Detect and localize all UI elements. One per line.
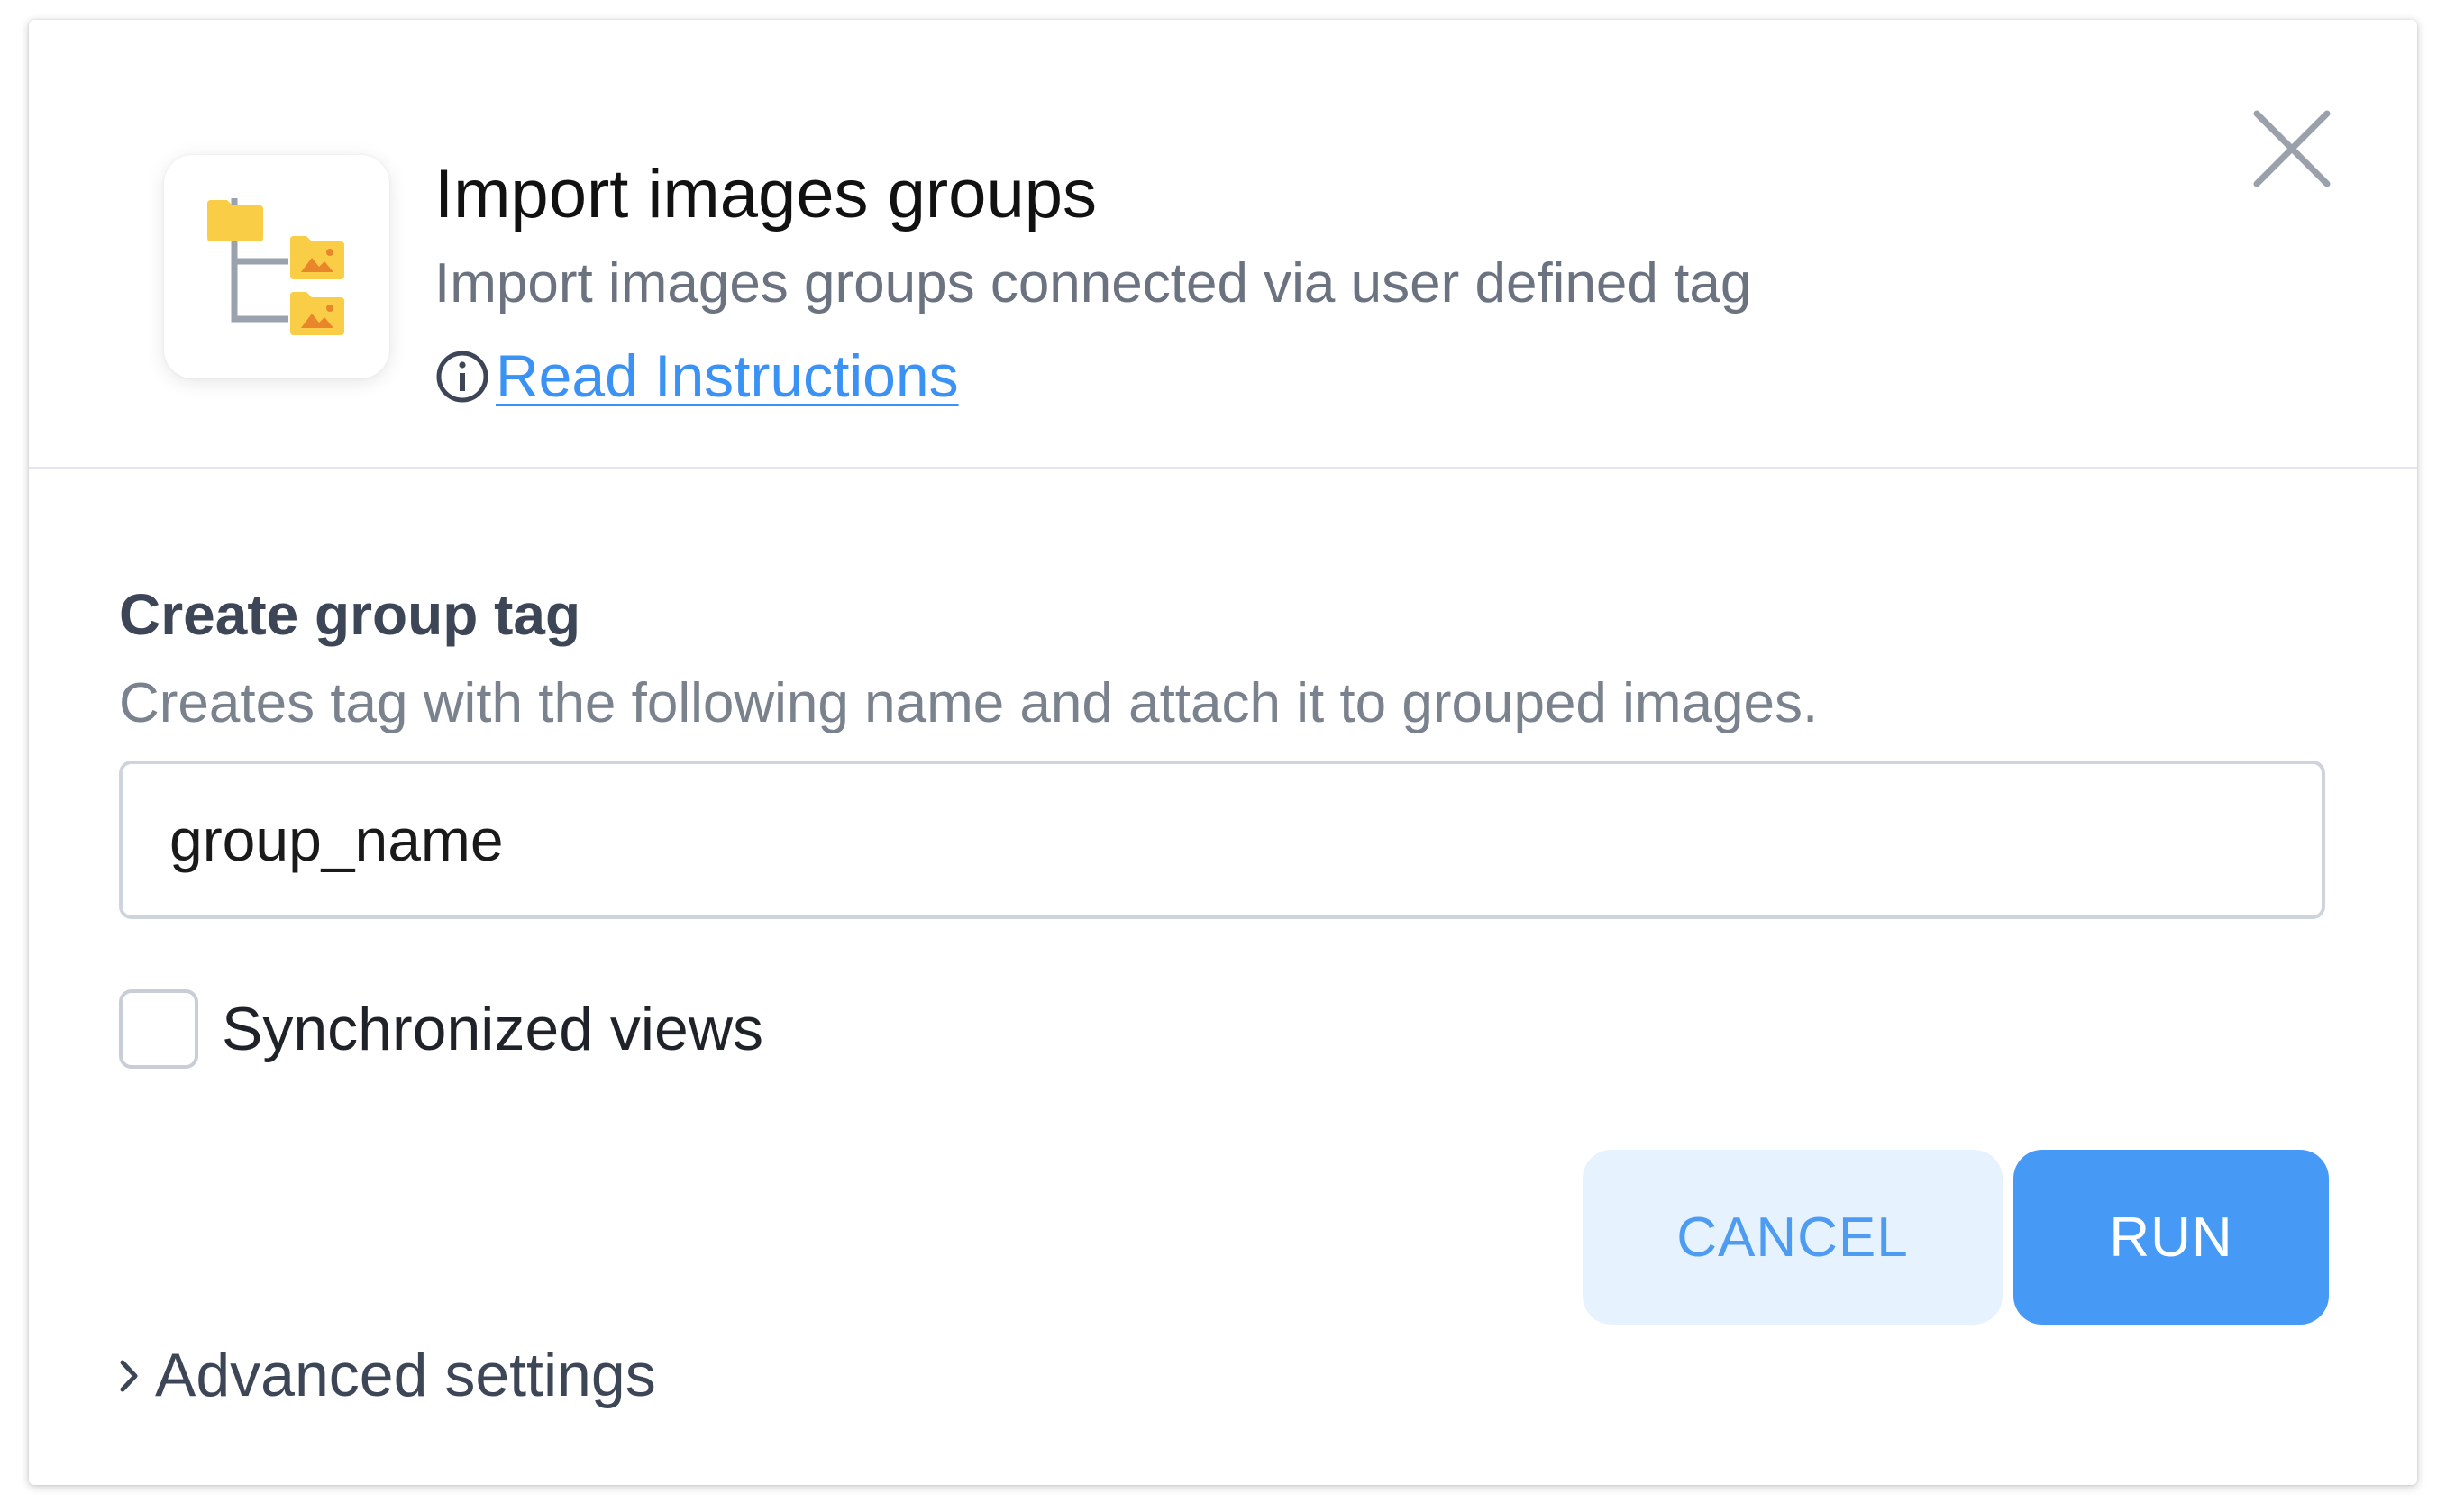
dialog-header: Import images groups Import images group… [29,20,2417,469]
group-tag-description: Creates tag with the following name and … [119,672,1819,734]
group-tag-label: Create group tag [119,582,581,647]
close-icon[interactable] [2251,108,2332,189]
dialog-subtitle: Import images groups connected via user … [434,252,1752,314]
synchronized-views-label[interactable]: Synchronized views [222,993,763,1067]
advanced-settings-toggle[interactable]: Advanced settings [114,1339,656,1413]
dialog-title: Import images groups [434,156,1097,232]
advanced-settings-label[interactable]: Advanced settings [155,1339,656,1413]
app-icon-tile [164,155,389,378]
read-instructions-label[interactable]: Read Instructions [496,341,959,412]
info-icon [436,351,488,403]
close-button[interactable] [2251,108,2332,189]
run-button[interactable]: RUN [2013,1150,2329,1325]
chevron-right-icon [120,1360,138,1392]
synchronized-views-checkbox[interactable] [119,989,198,1069]
group-tag-input[interactable] [119,761,2325,919]
import-dialog: Import images groups Import images group… [29,20,2417,1485]
folder-tree-icon [207,198,344,335]
read-instructions-link[interactable]: Read Instructions [434,341,959,412]
cancel-button[interactable]: CANCEL [1583,1150,2003,1325]
